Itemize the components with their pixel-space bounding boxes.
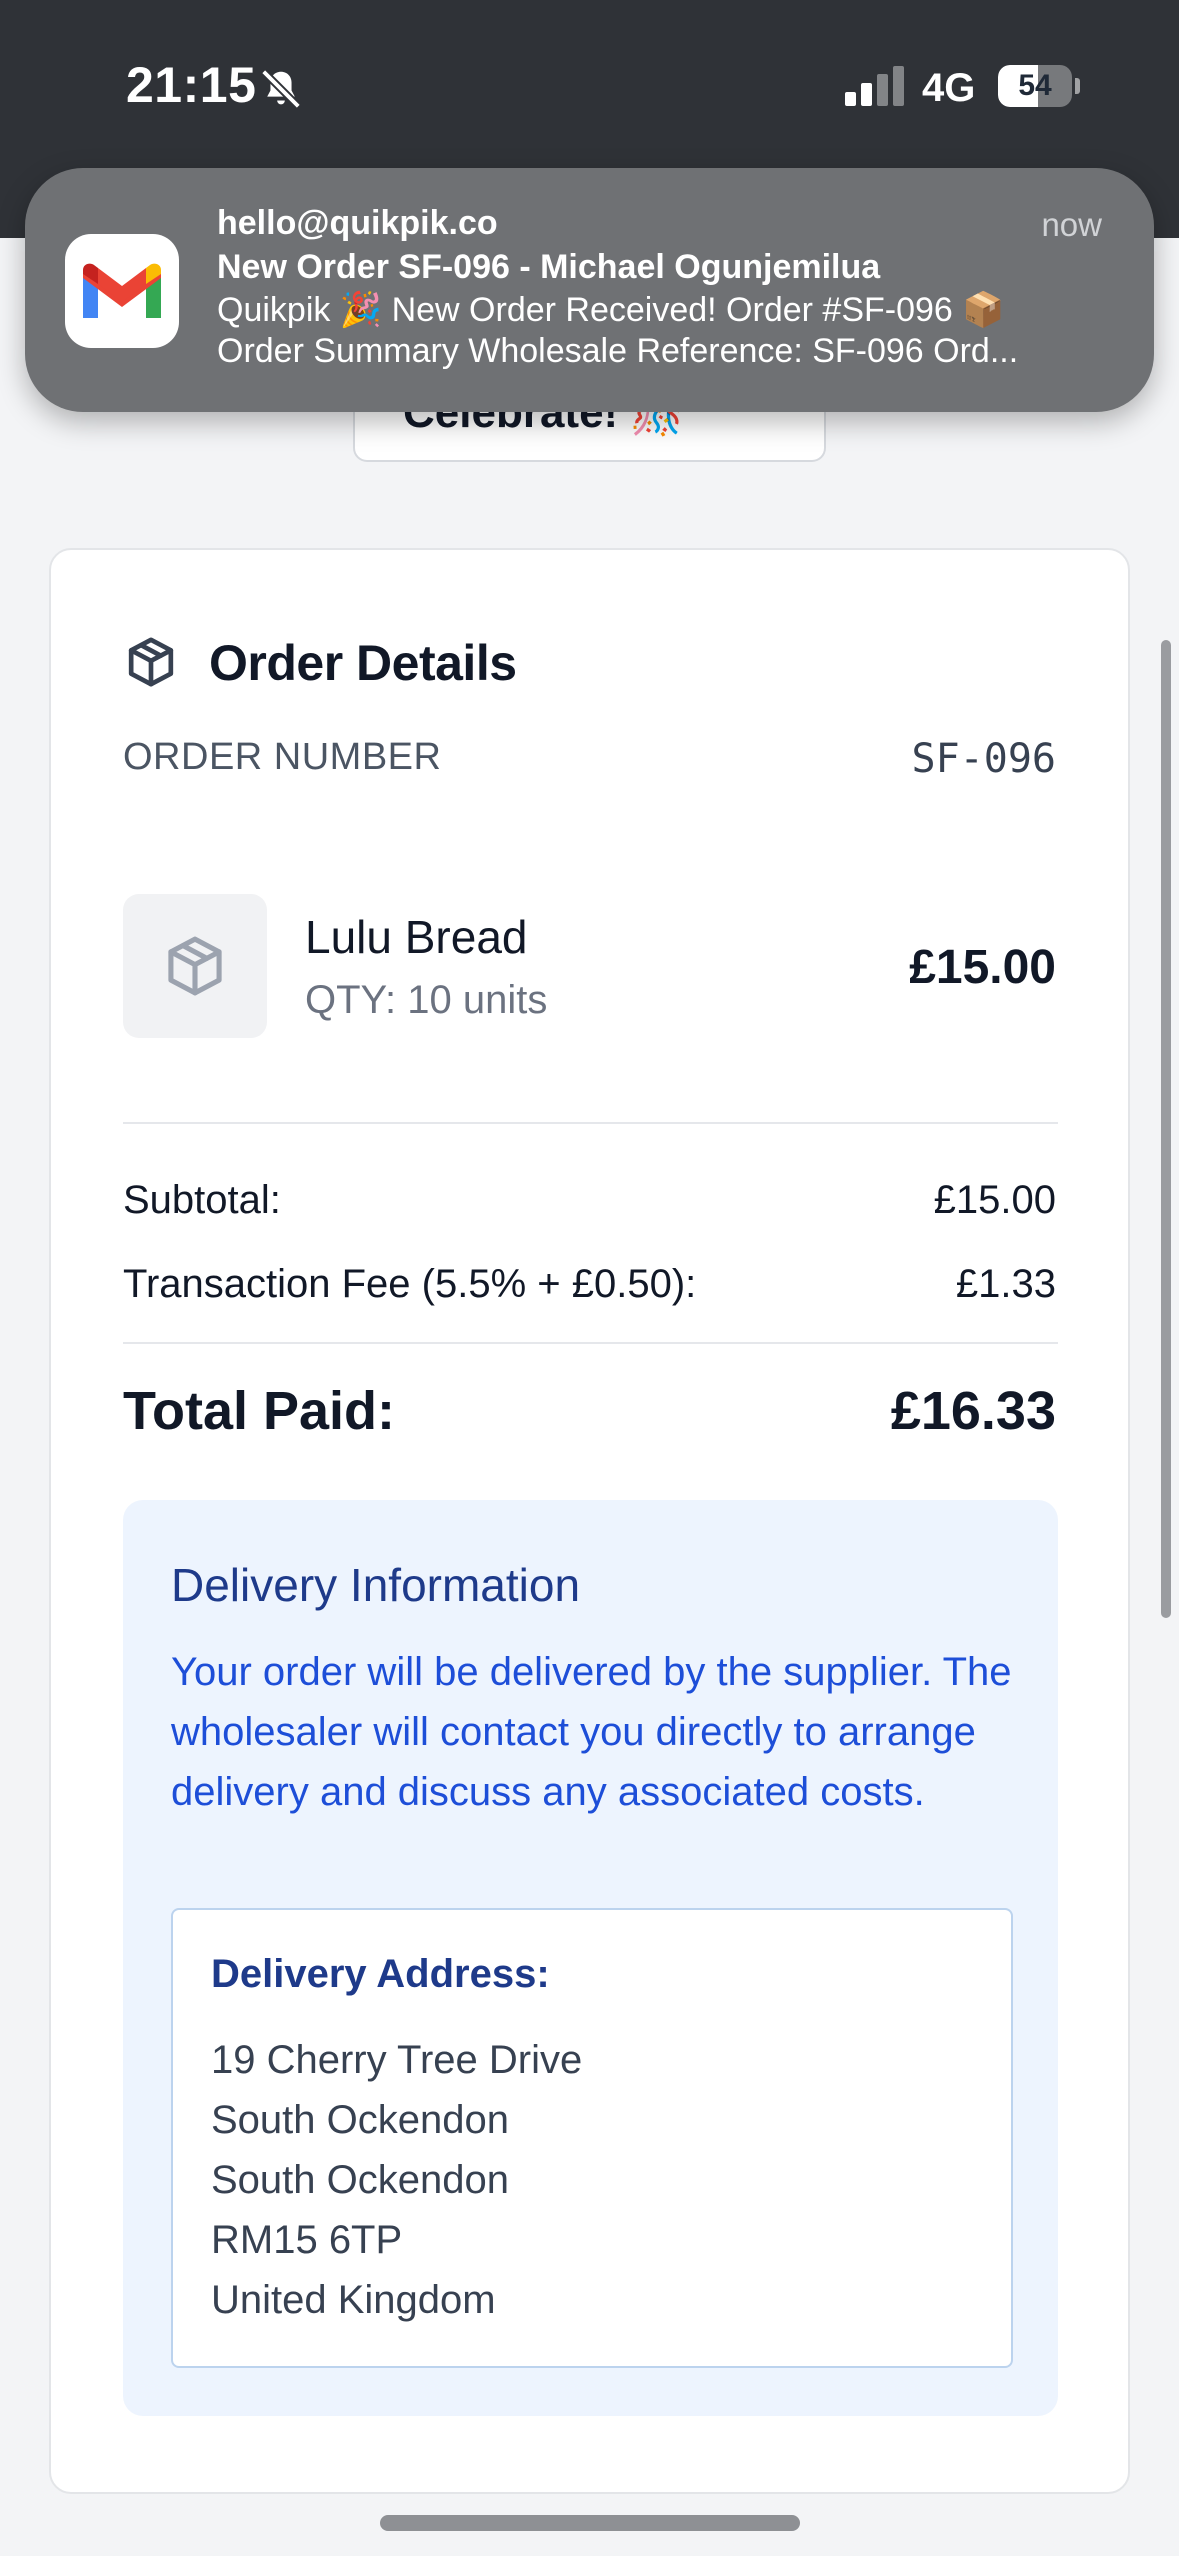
notification-subject: New Order SF-096 - Michael Ogunjemilua: [217, 248, 881, 286]
order-number-label: ORDER NUMBER: [123, 736, 442, 778]
notification-time: now: [1041, 206, 1102, 243]
product-name: Lulu Bread: [305, 911, 528, 963]
product-thumbnail: [123, 894, 267, 1038]
notification-preview-line: Quikpik 🎉 New Order Received! Order #SF-…: [217, 291, 1005, 329]
total-paid-value: £16.33: [890, 1381, 1056, 1441]
transaction-fee-label: Transaction Fee (5.5% + £0.50):: [123, 1262, 697, 1306]
address-line: South Ockendon: [211, 2158, 509, 2202]
notification-preview-line: Order Summary Wholesale Reference: SF-09…: [217, 332, 1019, 370]
battery-percent: 54: [1018, 69, 1052, 102]
order-details-card: Order Details ORDER NUMBER SF-096 Lulu B…: [49, 548, 1130, 2494]
package-icon: [168, 936, 222, 996]
order-number-value: SF-096: [911, 736, 1057, 782]
address-line: 19 Cherry Tree Drive: [211, 2038, 583, 2082]
address-line: United Kingdom: [211, 2278, 496, 2322]
divider: [123, 1342, 1058, 1344]
gmail-icon: [65, 234, 179, 348]
total-paid-label: Total Paid:: [123, 1381, 396, 1441]
delivery-address-box: Delivery Address: 19 Cherry Tree Drive S…: [171, 1908, 1013, 2368]
transaction-fee-value: £1.33: [955, 1262, 1056, 1306]
product-price: £15.00: [909, 941, 1056, 994]
cellular-signal-icon: [845, 66, 904, 106]
delivery-information-text: Your order will be delivered by the supp…: [171, 1650, 1012, 1814]
address-line: RM15 6TP: [211, 2218, 403, 2262]
product-quantity: QTY: 10 units: [305, 978, 548, 1022]
status-time: 21:15: [126, 57, 257, 113]
notification-sender: hello@quikpik.co: [217, 204, 498, 242]
address-line: South Ockendon: [211, 2098, 509, 2142]
divider: [123, 1122, 1058, 1124]
delivery-address-title: Delivery Address:: [211, 1952, 550, 1996]
network-type: 4G: [922, 66, 976, 110]
subtotal-label: Subtotal:: [123, 1178, 281, 1222]
home-indicator[interactable]: [380, 2515, 800, 2531]
scrollbar[interactable]: [1161, 640, 1171, 1618]
delivery-information-title: Delivery Information: [171, 1559, 581, 1611]
email-notification-banner[interactable]: hello@quikpik.co now New Order SF-096 - …: [25, 168, 1154, 412]
subtotal-value: £15.00: [933, 1178, 1056, 1222]
package-icon: [128, 637, 174, 687]
silent-bell-icon: [261, 69, 301, 109]
battery-icon: 54: [998, 65, 1080, 107]
order-details-title: Order Details: [209, 635, 517, 691]
delivery-information-panel: Delivery Information Your order will be …: [123, 1500, 1058, 2416]
